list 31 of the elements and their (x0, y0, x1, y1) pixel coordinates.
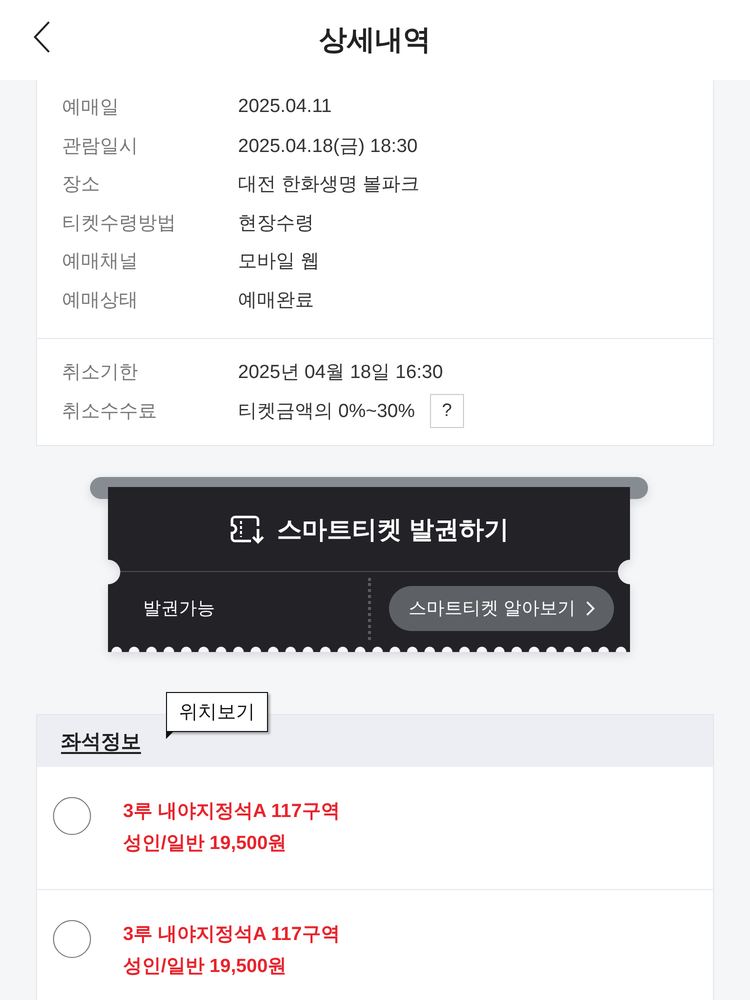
page-title: 상세내역 (319, 23, 431, 57)
seat-section-text: 3루 내야지정석A 117구역 (123, 800, 340, 824)
detail-value: 2025.04.11 (238, 96, 332, 118)
detail-value: 현장수령 (238, 212, 314, 236)
detail-label: 취소기한 (62, 362, 138, 384)
ticket-status: 발권가능 (143, 598, 215, 618)
detail-value: 티켓금액의 0%~30% (238, 400, 415, 424)
help-button[interactable]: ? (430, 394, 464, 428)
detail-label: 예매상태 (62, 290, 138, 311)
detail-label: 예매채널 (62, 251, 138, 272)
detail-value: 2025.04.18(금) 18:30 (238, 134, 418, 159)
chevron-right-icon (586, 600, 594, 616)
seat-section-text: 3루 내야지정석A 117구역 (123, 923, 340, 947)
detail-label: 예매일 (62, 97, 119, 118)
detail-value: 예매완료 (238, 288, 314, 313)
detail-label: 티켓수령방법 (62, 212, 176, 234)
detail-label: 취소수수료 (62, 400, 157, 422)
detail-value: 모바일 웹 (238, 250, 320, 274)
seat-price-text: 성인/일반 19,500원 (123, 832, 287, 856)
seat-price-text: 성인/일반 19,500원 (123, 955, 287, 979)
detail-value: 2025년 04월 18일 16:30 (238, 361, 443, 386)
ticket-download-icon (229, 513, 266, 545)
chevron-left-icon (33, 21, 51, 53)
radio-button[interactable] (53, 920, 91, 958)
radio-button[interactable] (53, 797, 91, 835)
section-title: 좌석정보 (61, 730, 141, 754)
detail-label: 장소 (62, 174, 100, 196)
smart-ticket-info-button[interactable]: 스마트티켓 알아보기 (389, 586, 614, 630)
issue-ticket-button[interactable]: 스마트티켓 발권하기 (229, 512, 509, 546)
detail-label: 관람일시 (62, 136, 138, 157)
detail-value: 대전 한화생명 볼파크 (238, 173, 420, 198)
